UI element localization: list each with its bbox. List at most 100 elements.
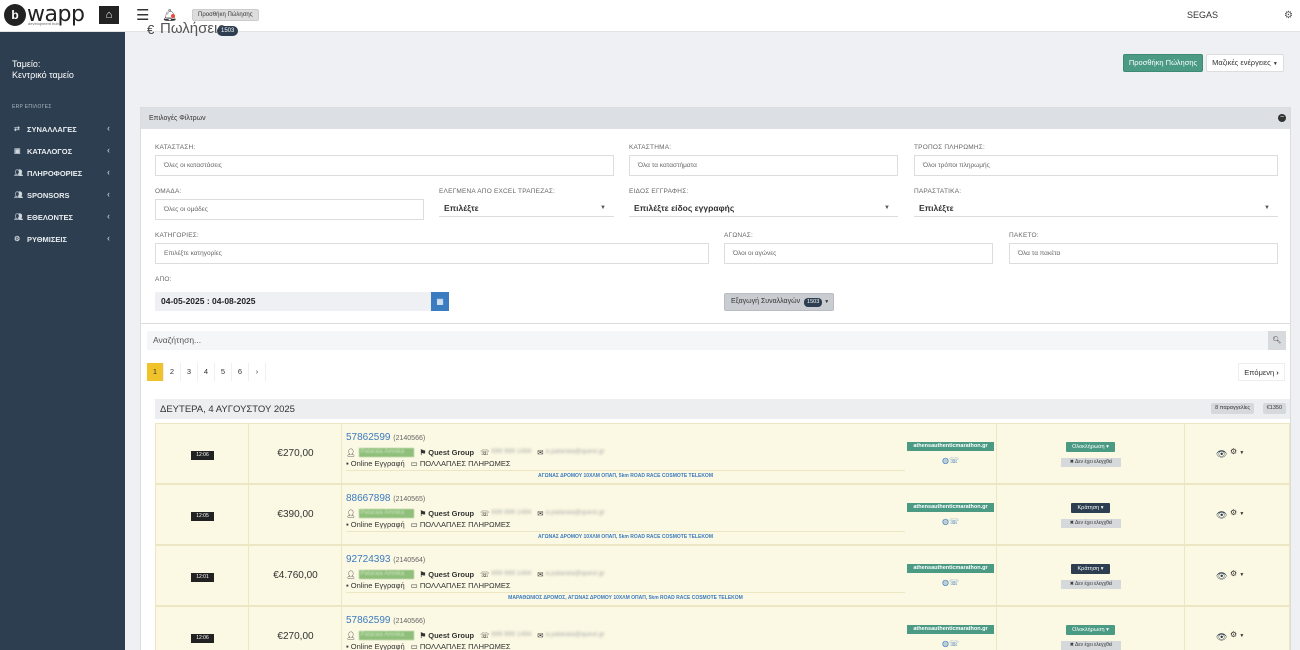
eye-icon[interactable]: 👁︎ — [1216, 632, 1227, 643]
site-cell — [904, 424, 997, 484]
gear-icon[interactable]: ⚙ — [1284, 10, 1293, 21]
status-label: Ολοκλήρωση — [1072, 627, 1105, 633]
page-next-arrow[interactable]: › — [249, 363, 266, 381]
excel-checked-select[interactable]: Επιλέξτε ▼ — [439, 200, 614, 217]
check-status-badge: ✖ Δεν έχει ελεγχθεί — [1061, 458, 1121, 467]
caret-down-icon: ▼ — [1264, 205, 1270, 211]
caret-down-icon: ▾ — [1106, 444, 1109, 450]
page-title: Πωλήσεις — [160, 20, 225, 37]
day-total-badge: €1350 — [1262, 403, 1286, 414]
store-field[interactable]: Όλα τα καταστήματα — [629, 155, 898, 176]
users-icon: 👥︎ — [14, 192, 23, 199]
filter-panel-header[interactable]: Επιλογές Φίλτρων − — [141, 108, 1290, 129]
envelope-icon: ✉ — [537, 448, 544, 457]
site-badge: athensauthenticmarathon.gr — [907, 503, 994, 512]
next-page-button[interactable]: Επόμενη › — [1238, 363, 1285, 381]
order-link[interactable]: 92724393 (2140564) — [346, 554, 425, 565]
caret-down-icon: ▾ — [1100, 505, 1104, 511]
sidebar-item-volunteers[interactable]: 👥︎ ΕΘΕΛΟΝΤΕΣ ‹ — [14, 210, 114, 224]
date-from-label: ΑΠΟ: — [155, 276, 172, 283]
home-icon: ⌂ — [105, 9, 113, 21]
date-range-input[interactable]: 04-05-2025 : 04-08-2025 — [155, 292, 433, 311]
calendar-icon[interactable]: ▦ — [431, 292, 449, 311]
site-cell — [904, 546, 997, 606]
sidebar-item-transactions[interactable]: ⇄ ΣΥΝΑΛΛΑΓΕΣ ‹ — [14, 122, 114, 136]
status-cell — [997, 485, 1185, 545]
caret-down-icon: ▼ — [1272, 61, 1278, 67]
row-actions-gear-icon[interactable]: ⚙ ▼ — [1230, 630, 1244, 639]
export-transactions-button[interactable]: Εξαγωγή Συναλλαγών 1503 ▼ — [724, 293, 834, 311]
order-link[interactable]: 57862599 (2140566) — [346, 432, 425, 443]
group-name: Quest Group — [428, 509, 475, 518]
order-number[interactable]: 57862599 — [346, 432, 391, 443]
table-row[interactable]: 12:01 €4.760,00 92724393 (2140564) 👤︎ Patara… — [155, 545, 1290, 606]
car-icon: ▪ — [346, 520, 349, 529]
caret-down-icon: ▼ — [600, 205, 606, 211]
row-actions-gear-icon[interactable]: ⚙ ▼ — [1230, 569, 1244, 578]
table-row[interactable]: 12:06 €270,00 57862599 (2140566) 👤︎ Pataraia… — [155, 606, 1290, 650]
cogs-icon: ⚙ — [14, 236, 21, 243]
order-link[interactable]: 88667898 (2140565) — [346, 493, 425, 504]
filter-panel: Επιλογές Φίλτρων − ΚΑΤΑΣΤΑΣΗ: Όλες οι κα… — [140, 107, 1291, 324]
table-row[interactable]: 12:06 €270,00 57862599 (2140566) 👤︎ Pataraia… — [155, 423, 1290, 484]
eye-icon[interactable]: 👁︎ — [1216, 449, 1227, 460]
group-label: ΟΜΑΔΑ: — [155, 188, 182, 195]
sidebar-item-information[interactable]: 👥︎ ΠΛΗΡΟΦΟΡΙΕΣ ‹ — [14, 166, 114, 180]
race-label: ΑΓΩΝΑΣ: — [724, 232, 754, 239]
page-6[interactable]: 6 — [232, 363, 249, 381]
search-input[interactable]: Αναζήτηση... — [147, 331, 1268, 350]
page-5[interactable]: 5 — [215, 363, 232, 381]
order-link[interactable]: 57862599 (2140566) — [346, 615, 425, 626]
menu-icon[interactable]: ☰ — [136, 8, 149, 23]
row-actions-gear-icon[interactable]: ⚙ ▼ — [1230, 508, 1244, 517]
registration-type-label: ΕΙΔΟΣ ΕΓΓΡΑΦΗΣ: — [629, 188, 689, 195]
search-icon[interactable]: 🔍︎ — [1268, 331, 1286, 350]
payment-method-field[interactable]: Όλοι τρόποι πληρωμής — [914, 155, 1278, 176]
customer-line: 👤︎ Pataraia Amnika ⚑ Quest Group ☏ 699 999 14… — [346, 631, 605, 640]
race-names: ΑΓΩΝΑΣ ΔΡΟΜΟΥ 10ΧΛΜ ΟΠΑΠ, 5km ROAD RACE … — [346, 531, 905, 540]
store-label: ΚΑΤΑΣΤΗΜΑ: — [629, 144, 672, 151]
customer-email: a.pataraia@quest.gr — [545, 448, 605, 455]
customer-phone: 699 999 1494 — [491, 448, 532, 455]
home-button[interactable]: ⌂ — [99, 6, 119, 24]
page-4[interactable]: 4 — [198, 363, 215, 381]
receipts-select[interactable]: Επιλέξτε ▼ — [914, 200, 1278, 217]
globe-icon: ◍ — [942, 517, 949, 526]
sidebar-item-settings[interactable]: ⚙ ΡΥΘΜΙΣΕΙΣ ‹ — [14, 232, 114, 246]
order-number[interactable]: 88667898 — [346, 493, 391, 504]
page-2[interactable]: 2 — [164, 363, 181, 381]
eye-icon[interactable]: 👁︎ — [1216, 571, 1227, 582]
sidebar-item-catalog[interactable]: ▣ ΚΑΤΑΛΟΓΟΣ ‹ — [14, 144, 114, 158]
payment-method: ΠΟΛΛΑΠΛΕΣ ΠΛΗΡΩΜΕΣ — [419, 520, 511, 529]
status-dropdown[interactable]: Κράτηση ▾ — [1071, 564, 1110, 574]
categories-field[interactable]: Επιλέξτε κατηγορίες — [155, 243, 709, 264]
page-1[interactable]: 1 — [147, 363, 164, 381]
mass-actions-button[interactable]: Μαζικές ενέργειες ▼ — [1206, 54, 1284, 72]
race-field[interactable]: Όλοι οι αγώνες — [724, 243, 993, 264]
group-field[interactable]: Όλες οι ομάδες — [155, 199, 424, 220]
caret-down-icon: ▼ — [824, 299, 830, 305]
order-number[interactable]: 57862599 — [346, 615, 391, 626]
table-row[interactable]: 12:05 €390,00 88667898 (2140565) 👤︎ Pataraia… — [155, 484, 1290, 545]
mass-actions-label: Μαζικές ενέργειες — [1212, 58, 1271, 67]
package-field[interactable]: Όλα τα πακέτα — [1009, 243, 1278, 264]
user-icon: 👤︎ — [346, 448, 356, 457]
user-icon: 👤︎ — [346, 631, 356, 640]
eye-icon[interactable]: 👁︎ — [1216, 510, 1227, 521]
collapse-icon[interactable]: − — [1278, 114, 1286, 122]
envelope-icon: ✉ — [537, 631, 544, 640]
globe-icon: ◍ — [942, 456, 949, 465]
add-sale-button[interactable]: Προσθήκη Πώλησης — [1123, 54, 1203, 72]
page-3[interactable]: 3 — [181, 363, 198, 381]
row-actions-gear-icon[interactable]: ⚙ ▼ — [1230, 447, 1244, 456]
order-number[interactable]: 92724393 — [346, 554, 391, 565]
registration-type-select[interactable]: Επιλέξτε είδος εγγραφής ▼ — [629, 200, 898, 217]
status-field[interactable]: Όλες οι καταστάσεις — [155, 155, 614, 176]
status-dropdown[interactable]: Ολοκλήρωση ▾ — [1066, 625, 1115, 635]
chevron-left-icon: ‹ — [107, 123, 110, 133]
sales-list-panel: Αναζήτηση... 🔍︎ 1 2 3 4 5 6 › Επόμενη › … — [140, 324, 1291, 650]
status-dropdown[interactable]: Κράτηση ▾ — [1071, 503, 1110, 513]
status-dropdown[interactable]: Ολοκλήρωση ▾ — [1066, 442, 1115, 452]
phone-icon: ☏ — [480, 570, 490, 579]
sidebar-item-sponsors[interactable]: 👥︎ SPONSORS ‹ — [14, 188, 114, 202]
